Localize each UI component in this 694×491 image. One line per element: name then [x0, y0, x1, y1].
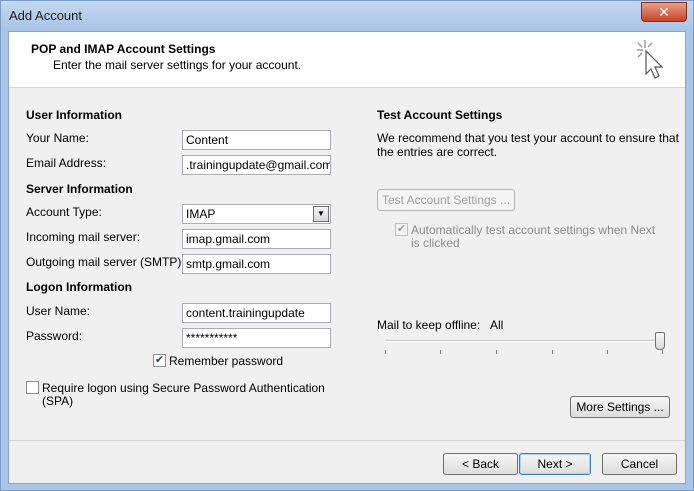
chevron-down-icon[interactable]: ▼	[313, 206, 329, 222]
dialog-client: POP and IMAP Account Settings Enter the …	[8, 31, 686, 484]
header-subtitle: Enter the mail server settings for your …	[53, 58, 302, 72]
account-type-value: IMAP	[186, 207, 216, 221]
email-address-label: Email Address:	[26, 156, 107, 170]
account-type-label: Account Type:	[26, 205, 102, 219]
slider-tick	[662, 350, 663, 354]
test-settings-heading: Test Account Settings	[377, 108, 503, 122]
password-label: Password:	[26, 329, 83, 343]
outgoing-server-label: Outgoing mail server (SMTP):	[26, 255, 185, 269]
next-button[interactable]: Next >	[519, 453, 591, 475]
mail-offline-value: All	[490, 318, 504, 332]
auto-test-label-line2: is clicked	[411, 236, 460, 250]
logon-info-heading: Logon Information	[26, 280, 132, 294]
mail-offline-label: Mail to keep offline:	[377, 318, 481, 332]
cursor-sparkle-icon	[637, 40, 664, 79]
test-account-settings-button[interactable]: Test Account Settings ...	[377, 189, 515, 211]
slider-tick	[385, 350, 386, 354]
remember-password-label: Remember password	[169, 354, 284, 368]
slider-tick	[496, 350, 497, 354]
server-info-heading: Server Information	[26, 182, 133, 196]
slider-tick	[440, 350, 441, 354]
spa-label-line2: (SPA)	[42, 394, 74, 408]
close-button[interactable]: ✕	[641, 2, 687, 22]
auto-test-checkbox[interactable]: ✔	[395, 223, 408, 236]
back-button[interactable]: < Back	[443, 453, 518, 475]
incoming-server-field[interactable]: imap.gmail.com	[182, 229, 331, 249]
slider-track[interactable]	[385, 340, 665, 342]
spa-label-line1: Require logon using Secure Password Auth…	[42, 381, 325, 395]
close-icon: ✕	[658, 4, 670, 20]
user-name-field[interactable]: content.trainingupdate	[182, 303, 331, 323]
user-info-heading: User Information	[26, 108, 123, 122]
window-title: Add Account	[9, 8, 82, 23]
dialog-header: POP and IMAP Account Settings Enter the …	[9, 32, 685, 88]
incoming-server-label: Incoming mail server:	[26, 230, 141, 244]
spa-checkbox[interactable]	[26, 381, 39, 394]
add-account-window: Add Account ✕ POP and IMAP Account Setti…	[0, 0, 694, 491]
your-name-label: Your Name:	[26, 131, 89, 145]
slider-tick	[607, 350, 608, 354]
title-bar: Add Account ✕	[1, 1, 693, 31]
cancel-button[interactable]: Cancel	[602, 453, 677, 475]
slider-thumb[interactable]	[655, 332, 665, 350]
header-title: POP and IMAP Account Settings	[31, 42, 216, 56]
footer-divider	[9, 440, 685, 441]
account-type-select[interactable]: IMAP ▼	[182, 204, 331, 224]
test-desc-line1: We recommend that you test your account …	[377, 131, 679, 145]
your-name-field[interactable]: Content	[182, 130, 331, 150]
auto-test-label-line1: Automatically test account settings when…	[411, 223, 656, 237]
email-address-field[interactable]: .trainingupdate@gmail.com	[182, 155, 331, 175]
password-field[interactable]: ***********	[182, 328, 331, 348]
slider-tick	[552, 350, 553, 354]
test-desc-line2: the entries are correct.	[377, 145, 498, 159]
outgoing-server-field[interactable]: smtp.gmail.com	[182, 254, 331, 274]
remember-password-checkbox[interactable]: ✔	[153, 354, 166, 367]
more-settings-button[interactable]: More Settings ...	[570, 396, 670, 418]
user-name-label: User Name:	[26, 304, 91, 318]
